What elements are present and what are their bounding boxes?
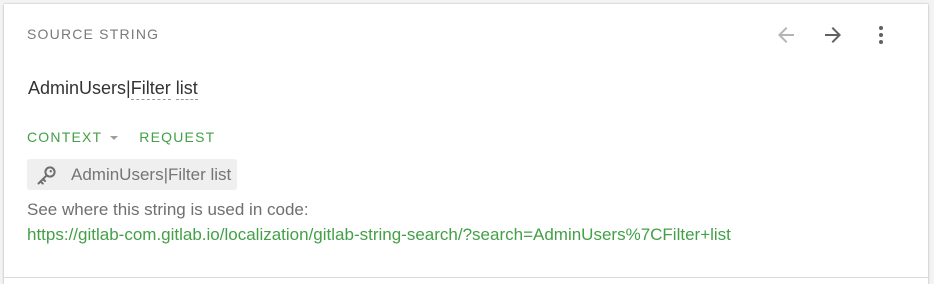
string-tabs: CONTEXT REQUEST — [27, 129, 215, 145]
next-string-button[interactable] — [817, 19, 849, 51]
arrow-right-icon — [825, 27, 841, 43]
code-search-link[interactable]: https://gitlab-com.gitlab.io/localizatio… — [27, 225, 731, 245]
panel-title: SOURCE STRING — [27, 26, 160, 42]
code-usage-hint: See where this string is used in code: — [27, 200, 309, 219]
previous-string-button[interactable] — [770, 19, 802, 51]
more-vertical-icon — [879, 26, 883, 44]
source-string-text: AdminUsers|Filter list — [28, 78, 198, 100]
tab-request-label: REQUEST — [139, 129, 216, 145]
caret-down-icon — [110, 135, 119, 140]
source-string-panel: SOURCE STRING AdminUsers|Filter list CONT… — [4, 4, 928, 284]
source-string-word: list — [175, 78, 198, 100]
divider — [4, 277, 928, 278]
source-string-part: AdminUsers — [28, 78, 127, 98]
string-key-value: AdminUsers|Filter list — [71, 164, 232, 184]
key-icon — [35, 163, 59, 187]
string-key-chip: AdminUsers|Filter list — [27, 159, 238, 190]
arrow-left-icon — [778, 27, 794, 43]
tab-context[interactable]: CONTEXT — [27, 129, 119, 145]
tab-request[interactable]: REQUEST — [139, 129, 215, 145]
tab-context-label: CONTEXT — [27, 129, 103, 145]
more-options-button[interactable] — [865, 19, 897, 51]
source-string-word: Filter — [130, 78, 171, 100]
